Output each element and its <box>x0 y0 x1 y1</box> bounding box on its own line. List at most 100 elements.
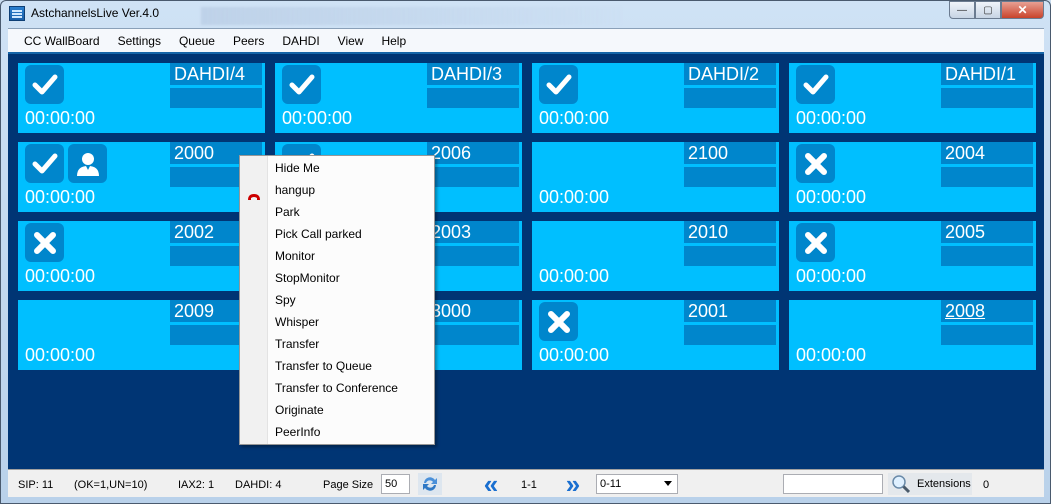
call-timer: 00:00:00 <box>796 187 867 207</box>
peer-name: DAHDI/4 <box>170 63 262 85</box>
peer-tile[interactable]: DAHDI/3 00:00:00 <box>275 63 522 133</box>
minimize-button[interactable]: — <box>949 1 975 19</box>
context-menu-label: Whisper <box>275 315 320 329</box>
context-menu-item-spy[interactable]: Spy <box>240 289 434 311</box>
peer-tile[interactable]: 2001 00:00:00 <box>532 300 779 370</box>
context-menu-label: Monitor <box>275 249 316 263</box>
cross-icon <box>796 223 835 262</box>
cross-icon <box>539 302 578 341</box>
check-icon <box>25 144 64 183</box>
user-icon <box>68 144 107 183</box>
page-size-label: Page Size <box>323 479 374 491</box>
peer-tile[interactable]: 2005 00:00:00 <box>789 221 1036 291</box>
peer-name: 2003 <box>427 221 519 243</box>
peer-name: 3000 <box>427 300 519 322</box>
peer-tile[interactable]: DAHDI/2 00:00:00 <box>532 63 779 133</box>
context-menu-label: StopMonitor <box>275 271 340 285</box>
peer-info-box <box>941 325 1033 345</box>
menu-dahdi[interactable]: DAHDI <box>273 30 328 52</box>
maximize-button[interactable]: ▢ <box>975 1 1001 19</box>
peer-name: DAHDI/3 <box>427 63 519 85</box>
dahdi-count: DAHDI: 4 <box>235 479 282 491</box>
context-menu-label: Hide Me <box>275 161 320 175</box>
context-menu-item-hangup[interactable]: hangup <box>240 179 434 201</box>
double-chevron-right-icon: » <box>565 469 581 499</box>
peer-info-box <box>427 325 519 345</box>
context-menu-item-transfer-to-queue[interactable]: Transfer to Queue <box>240 355 434 377</box>
prev-page-button[interactable]: « <box>479 469 503 499</box>
call-timer: 00:00:00 <box>25 187 96 207</box>
call-timer: 00:00:00 <box>796 266 867 286</box>
context-menu-label: Pick Call parked <box>275 227 362 241</box>
menu-settings[interactable]: Settings <box>109 30 170 52</box>
menu-queue[interactable]: Queue <box>170 30 224 52</box>
menu-view[interactable]: View <box>329 30 373 52</box>
context-menu-item-monitor[interactable]: Monitor <box>240 245 434 267</box>
context-menu-label: Transfer to Conference <box>275 381 398 395</box>
page-range: 1-1 <box>521 479 537 491</box>
range-select-value: 0-11 <box>600 478 622 490</box>
context-menu-item-park[interactable]: Park <box>240 201 434 223</box>
extensions-count: 0 <box>983 479 990 491</box>
peer-tile[interactable]: 2009 00:00:00 <box>18 300 265 370</box>
call-timer: 00:00:00 <box>539 187 610 207</box>
dropdown-arrow-icon <box>664 481 672 486</box>
background-window-blur <box>201 7 621 25</box>
peer-info-box <box>684 325 776 345</box>
context-menu-item-transfer-to-conference[interactable]: Transfer to Conference <box>240 377 434 399</box>
cross-icon <box>25 223 64 262</box>
peer-name: 2001 <box>684 300 776 322</box>
peer-tile[interactable]: 2002 00:00:00 <box>18 221 265 291</box>
refresh-button[interactable] <box>418 473 442 495</box>
context-menu-label: Originate <box>275 403 324 417</box>
context-menu-label: Park <box>275 205 300 219</box>
sip-count: SIP: 11 <box>18 479 54 491</box>
peer-name: 2100 <box>684 142 776 164</box>
range-select[interactable]: 0-11 <box>596 474 678 494</box>
peer-info-box <box>170 88 262 108</box>
status-bar: SIP: 11 (OK=1,UN=10) IAX2: 1 DAHDI: 4 Pa… <box>8 469 1044 497</box>
next-page-button[interactable]: » <box>561 469 585 499</box>
context-menu-item-pick-call-parked[interactable]: Pick Call parked <box>240 223 434 245</box>
peer-tile[interactable]: 2004 00:00:00 <box>789 142 1036 212</box>
close-button[interactable]: ✕ <box>1001 1 1044 19</box>
context-menu: Hide Me hangup Park Pick Call parked Monitor… <box>239 155 435 445</box>
peer-tile[interactable]: DAHDI/1 00:00:00 <box>789 63 1036 133</box>
context-menu-item-stopmonitor[interactable]: StopMonitor <box>240 267 434 289</box>
peer-info-box <box>941 167 1033 187</box>
iax2-count: IAX2: 1 <box>178 479 215 491</box>
menu-bar: CC WallBoard Settings Queue Peers DAHDI … <box>8 28 1044 52</box>
context-menu-label: PeerInfo <box>275 425 321 439</box>
maximize-icon: ▢ <box>983 4 993 16</box>
menu-help[interactable]: Help <box>372 30 415 52</box>
double-chevron-left-icon: « <box>483 469 499 499</box>
peer-name: DAHDI/2 <box>684 63 776 85</box>
context-menu-item-transfer[interactable]: Transfer <box>240 333 434 355</box>
peer-info-box <box>427 88 519 108</box>
peer-tile[interactable]: DAHDI/4 00:00:00 <box>18 63 265 133</box>
context-menu-item-peerinfo[interactable]: PeerInfo <box>240 421 434 443</box>
context-menu-label: Transfer <box>275 337 320 351</box>
cross-icon <box>796 144 835 183</box>
sip-detail: (OK=1,UN=10) <box>74 479 148 491</box>
context-menu-item-originate[interactable]: Originate <box>240 399 434 421</box>
peer-info-box <box>427 246 519 266</box>
extensions-search-button[interactable]: Extensions <box>888 473 972 495</box>
page-size-input[interactable]: 50 <box>381 474 410 494</box>
peer-tile[interactable]: 2008 00:00:00 <box>789 300 1036 370</box>
call-timer: 00:00:00 <box>282 108 353 128</box>
context-menu-label: Spy <box>275 293 296 307</box>
context-menu-item-whisper[interactable]: Whisper <box>240 311 434 333</box>
peer-tile[interactable]: 2010 00:00:00 <box>532 221 779 291</box>
peer-tile[interactable]: 2000 00:00:00 <box>18 142 265 212</box>
peer-tile[interactable]: 2100 00:00:00 <box>532 142 779 212</box>
menu-peers[interactable]: Peers <box>224 30 273 52</box>
extension-search-input[interactable] <box>783 474 883 494</box>
check-icon <box>539 65 578 104</box>
call-timer: 00:00:00 <box>539 108 610 128</box>
context-menu-item-hide-me[interactable]: Hide Me <box>240 157 434 179</box>
menu-cc-wallboard[interactable]: CC WallBoard <box>8 30 109 52</box>
peer-name: 2006 <box>427 142 519 164</box>
close-icon: ✕ <box>1017 3 1028 17</box>
minimize-icon: — <box>957 4 967 16</box>
